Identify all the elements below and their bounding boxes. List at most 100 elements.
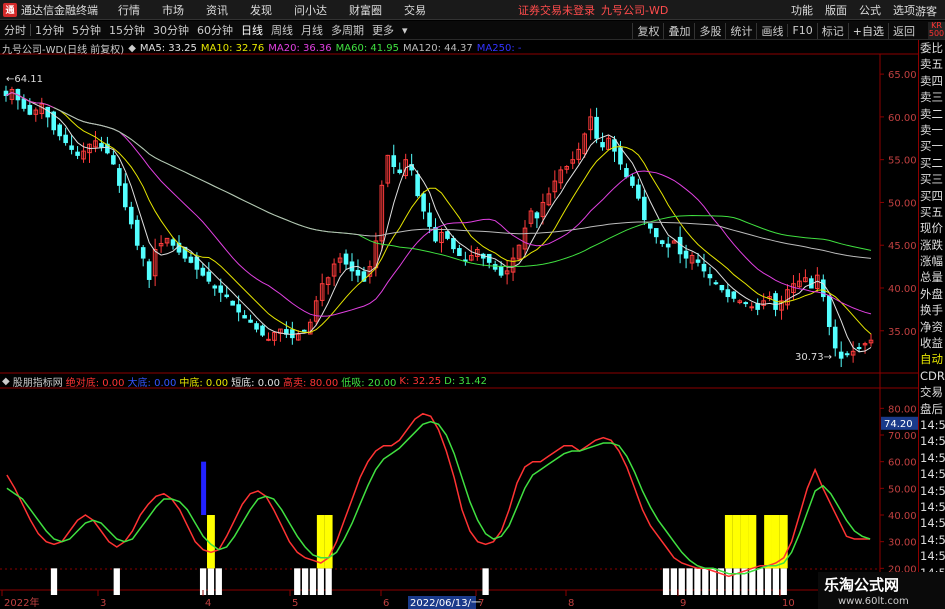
side-item[interactable]: 14:56 xyxy=(919,532,945,548)
high-price-label: ←64.11 xyxy=(6,74,43,85)
side-item[interactable]: 现价 xyxy=(919,220,945,236)
title-bar: 通 通达信金融终端 行情 市场 资讯 发现 问小达 财富圈 交易 证券交易未登录… xyxy=(0,0,945,20)
add-watchlist-button[interactable]: +自选 xyxy=(847,22,888,39)
period-monthly[interactable]: 月线 xyxy=(297,22,327,38)
side-item[interactable]: 买一 xyxy=(919,138,945,154)
overlay-button[interactable]: 叠加 xyxy=(663,22,694,39)
short-bottom-bar xyxy=(764,568,772,595)
side-item[interactable]: 盘后 xyxy=(919,401,945,417)
mark-button[interactable]: 标记 xyxy=(816,22,848,39)
side-item[interactable]: 自动 xyxy=(919,351,945,367)
period-30min[interactable]: 30分钟 xyxy=(149,22,193,38)
menu-ask[interactable]: 问小达 xyxy=(294,2,327,18)
period-intraday[interactable]: 分时 xyxy=(0,22,30,38)
menu-wealth[interactable]: 财富圈 xyxy=(349,2,382,18)
side-item[interactable]: 涨跌 xyxy=(919,237,945,253)
candle-body xyxy=(618,147,623,165)
candle-body xyxy=(260,325,265,336)
cursor-date-label: 2022/06/13/一 xyxy=(410,598,481,609)
menu-options[interactable]: 选项 xyxy=(893,2,915,18)
candle-body xyxy=(659,240,665,245)
kline-chart[interactable]: 65.00 60.00 55.00 50.00 45.00 40.00 35.00 80.0… xyxy=(0,40,918,609)
short-bottom-bar xyxy=(113,568,120,595)
side-item[interactable]: 交易 xyxy=(919,384,945,400)
time-tick-label: 5 xyxy=(292,598,298,609)
candle-body xyxy=(242,315,247,319)
menu-formula[interactable]: 公式 xyxy=(859,2,881,18)
candle-body xyxy=(451,238,456,250)
ind-low-buy: 低吸: 20.00 xyxy=(341,377,397,389)
candle-body xyxy=(755,303,760,310)
period-daily[interactable]: 日线 xyxy=(237,22,267,38)
candle-body xyxy=(301,329,307,332)
f10-button[interactable]: F10 xyxy=(787,24,816,37)
period-more[interactable]: 更多 xyxy=(368,22,398,38)
side-item[interactable]: 14:56 xyxy=(919,433,945,449)
draw-line-button[interactable]: 画线 xyxy=(756,22,787,39)
side-item[interactable]: 卖二 xyxy=(919,106,945,122)
period-weekly[interactable]: 周线 xyxy=(267,22,297,38)
candle-body xyxy=(707,274,713,279)
candle-body xyxy=(99,143,104,148)
candle-body xyxy=(248,319,253,323)
side-item[interactable]: 14:56 xyxy=(919,466,945,482)
menu-trade[interactable]: 交易 xyxy=(404,2,426,18)
side-item[interactable]: 委比 xyxy=(919,40,945,56)
side-item[interactable]: 14:56 xyxy=(919,450,945,466)
dropdown-icon[interactable]: ◆ xyxy=(128,43,136,54)
multi-stock-button[interactable]: 多股 xyxy=(694,22,725,39)
side-item[interactable]: 收益 xyxy=(919,335,945,351)
side-item[interactable]: 14:56 xyxy=(919,417,945,433)
ma10-label: MA10: 32.76 xyxy=(200,42,265,54)
candle-body xyxy=(224,294,230,298)
side-item[interactable]: 卖五 xyxy=(919,56,945,72)
menu-discover[interactable]: 发现 xyxy=(250,2,272,18)
side-item[interactable]: 买二 xyxy=(919,155,945,171)
dropdown-icon[interactable]: ◆ xyxy=(2,376,10,387)
side-item[interactable]: 换手 xyxy=(919,302,945,318)
candle-body xyxy=(343,253,349,265)
stats-button[interactable]: 统计 xyxy=(725,22,756,39)
ind-tick-label: 60.00 xyxy=(888,458,917,469)
side-item[interactable]: 14:56 xyxy=(919,515,945,531)
menu-quotes[interactable]: 行情 xyxy=(118,2,140,18)
back-button[interactable]: 返回 xyxy=(888,22,919,39)
side-item[interactable]: 外盘 xyxy=(919,286,945,302)
login-notice[interactable]: 证券交易未登录 xyxy=(518,2,595,18)
candle-body xyxy=(128,206,134,225)
candle-body xyxy=(218,285,224,293)
side-item[interactable]: 总量 xyxy=(919,269,945,285)
side-item[interactable]: CDR xyxy=(919,368,945,384)
side-item[interactable]: 涨幅 xyxy=(919,253,945,269)
menu-news[interactable]: 资讯 xyxy=(206,2,228,18)
short-bottom-bar xyxy=(780,568,787,595)
period-1min[interactable]: 1分钟 xyxy=(31,22,68,38)
candle-body xyxy=(170,239,176,246)
period-60min[interactable]: 60分钟 xyxy=(193,22,237,38)
side-item[interactable]: 卖三 xyxy=(919,89,945,105)
side-item[interactable]: 14:56 xyxy=(919,483,945,499)
side-item[interactable]: 卖四 xyxy=(919,73,945,89)
indicator-title[interactable]: 股朋指标网 xyxy=(13,374,63,389)
side-item[interactable]: 14:56 xyxy=(919,548,945,564)
side-item[interactable]: 买三 xyxy=(919,171,945,187)
menu-function[interactable]: 功能 xyxy=(791,2,813,18)
period-5min[interactable]: 5分钟 xyxy=(68,22,105,38)
side-item[interactable]: 卖一 xyxy=(919,122,945,138)
side-item[interactable]: 买五 xyxy=(919,204,945,220)
period-15min[interactable]: 15分钟 xyxy=(105,22,149,38)
side-item[interactable]: 买四 xyxy=(919,188,945,204)
menu-market[interactable]: 市场 xyxy=(162,2,184,18)
side-item[interactable]: 净资 xyxy=(919,319,945,335)
kr-badge[interactable]: KR 500 xyxy=(928,22,945,39)
restore-rights-button[interactable]: 复权 xyxy=(632,22,663,39)
candle-body xyxy=(832,326,838,349)
candle-body xyxy=(701,263,707,272)
side-item[interactable]: 14:56 xyxy=(919,499,945,515)
chevron-down-icon[interactable]: ▾ xyxy=(398,24,412,37)
guest-label[interactable]: 游客 xyxy=(915,3,937,19)
candle-body xyxy=(57,124,62,137)
candle-body xyxy=(200,267,206,276)
period-multi[interactable]: 多周期 xyxy=(327,22,368,38)
menu-layout[interactable]: 版面 xyxy=(825,2,847,18)
